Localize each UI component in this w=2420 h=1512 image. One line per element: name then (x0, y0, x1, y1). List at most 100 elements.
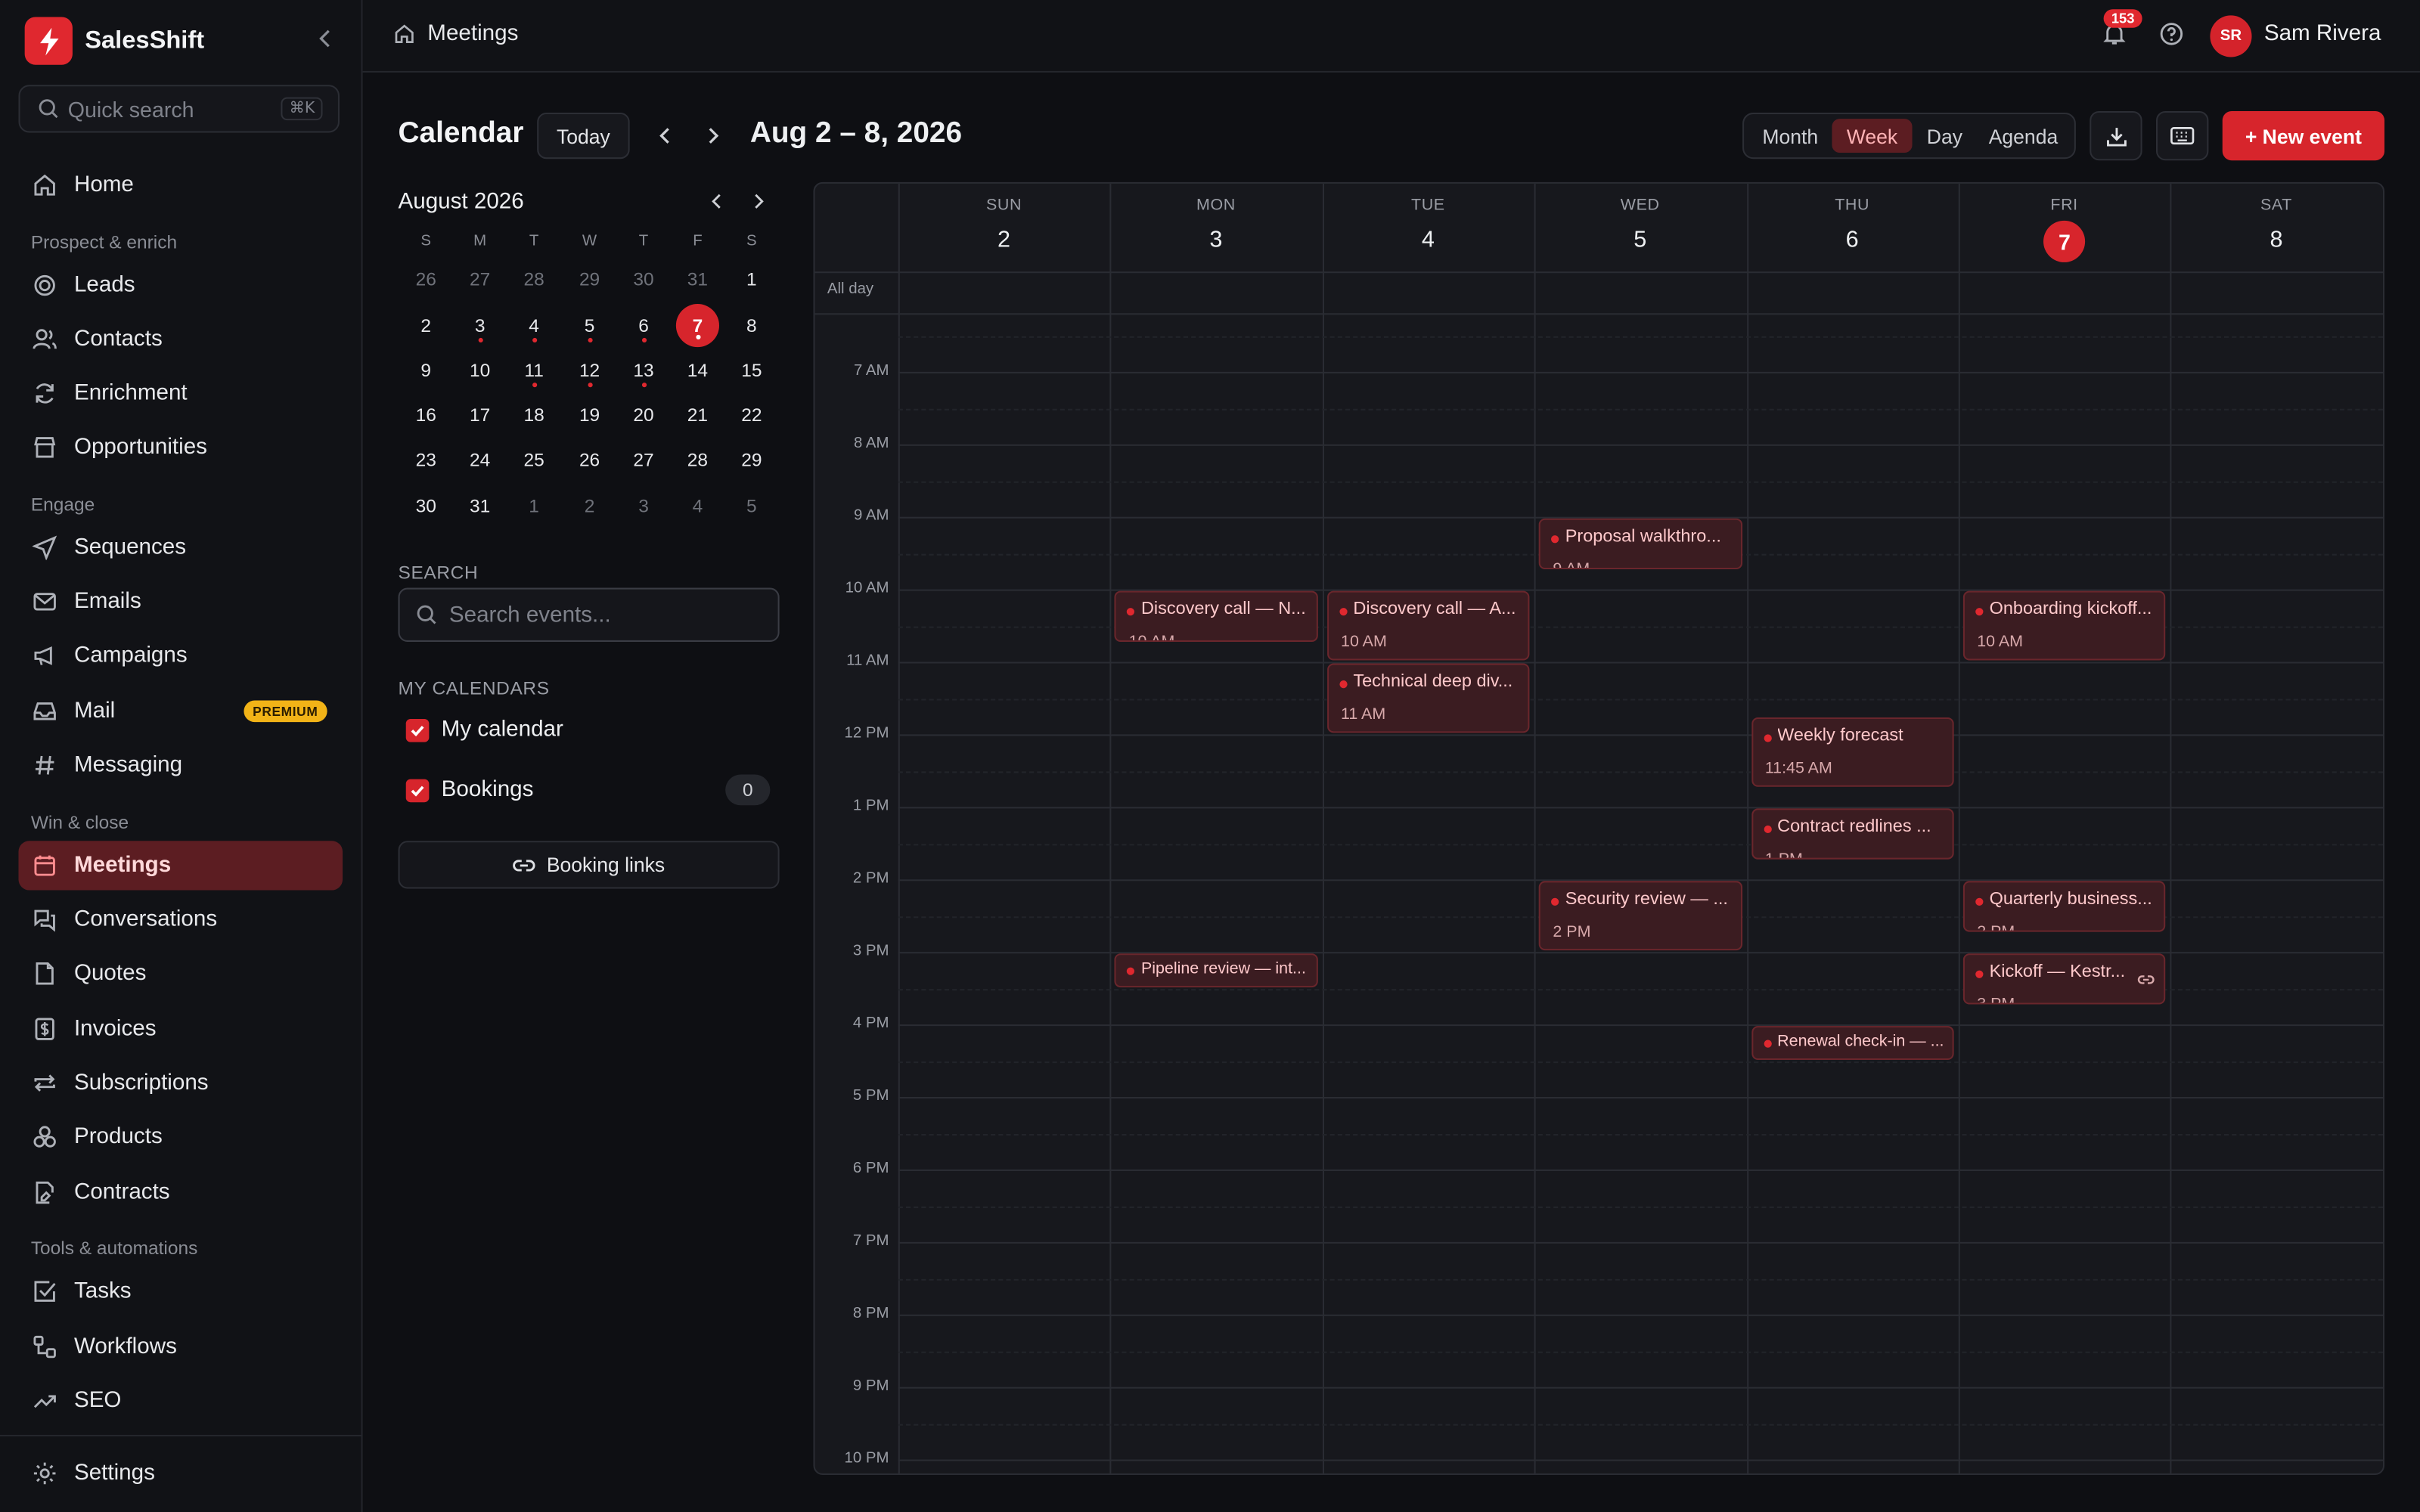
help-icon[interactable] (2159, 22, 2184, 54)
mini-day[interactable]: 22 (728, 398, 774, 432)
calendar-event[interactable]: Quarterly business... 2 PM (1962, 881, 2167, 933)
day-header-number[interactable]: 3 (1110, 227, 1322, 253)
mini-day[interactable]: 10 (457, 353, 503, 387)
booking-links-button[interactable]: Booking links (398, 841, 780, 889)
calendar-event[interactable]: Renewal check-in — ... (1751, 1026, 1954, 1060)
sidebar-item-meetings[interactable]: Meetings (18, 841, 343, 891)
sidebar-item-mail[interactable]: Mail PREMIUM (18, 686, 343, 736)
mini-day[interactable]: 30 (403, 489, 449, 523)
mini-day[interactable]: 20 (620, 398, 666, 432)
mini-day[interactable]: 18 (511, 398, 557, 432)
sidebar-item-emails[interactable]: Emails (18, 577, 343, 626)
calendar-event[interactable]: Pipeline review — int... (1115, 953, 1318, 987)
mini-next-icon[interactable] (749, 191, 771, 213)
mini-day[interactable]: 8 (728, 308, 774, 342)
download-button[interactable] (2090, 110, 2142, 161)
mini-day[interactable]: 5 (728, 489, 774, 523)
sidebar-item-quotes[interactable]: Quotes (18, 949, 343, 998)
mini-day[interactable]: 27 (620, 443, 666, 477)
mini-day[interactable]: 28 (511, 262, 557, 296)
event-search-input[interactable]: Search events... (398, 587, 780, 642)
user-name[interactable]: Sam Rivera (2264, 22, 2381, 47)
mini-day[interactable]: 14 (675, 353, 721, 387)
mini-day[interactable]: 24 (457, 443, 503, 477)
calendar-event[interactable]: Kickoff — Kestr... 3 PM (1962, 953, 2167, 1005)
mini-day[interactable]: 31 (675, 262, 721, 296)
next-week-icon[interactable] (703, 125, 724, 147)
checkbox-checked-icon[interactable] (405, 717, 430, 742)
sidebar-item-home[interactable]: Home (18, 160, 343, 209)
mini-day[interactable]: 26 (566, 443, 613, 477)
mini-day[interactable]: 26 (403, 262, 449, 296)
sidebar-item-leads[interactable]: Leads (18, 261, 343, 310)
sidebar-item-sequences[interactable]: Sequences (18, 523, 343, 572)
calendar-event[interactable]: Onboarding kickoff... 10 AM (1962, 590, 2167, 661)
mini-day[interactable]: 4 (675, 489, 721, 523)
sidebar-item-workflows[interactable]: Workflows (18, 1322, 343, 1371)
day-header-today[interactable]: 7 (2043, 220, 2086, 262)
mini-day[interactable]: 2 (403, 308, 449, 342)
today-button[interactable]: Today (537, 112, 630, 160)
mini-day[interactable]: 29 (566, 262, 613, 296)
day-header-number[interactable]: 2 (898, 227, 1110, 253)
tab-agenda[interactable]: Agenda (1977, 119, 2069, 153)
calendar-event[interactable]: Discovery call — N... 10 AM (1115, 590, 1318, 643)
mini-day[interactable]: 23 (403, 443, 449, 477)
tab-week[interactable]: Week (1832, 119, 1913, 153)
mini-day[interactable]: 9 (403, 353, 449, 387)
mini-day[interactable]: 1 (511, 489, 557, 523)
mini-day[interactable]: 1 (728, 262, 774, 296)
sidebar-item-opportunities[interactable]: Opportunities (18, 423, 343, 472)
new-event-button[interactable]: + New event (2222, 110, 2385, 161)
sidebar-item-contacts[interactable]: Contacts (18, 314, 343, 364)
mini-day[interactable]: 3 (620, 489, 666, 523)
sidebar-item-products[interactable]: Products (18, 1112, 343, 1161)
sidebar-item-contracts[interactable]: Contracts (18, 1168, 343, 1217)
sidebar-item-enrichment[interactable]: Enrichment (18, 369, 343, 418)
collapse-sidebar-icon[interactable] (315, 28, 337, 50)
sidebar-item-conversations[interactable]: Conversations (18, 895, 343, 944)
calendar-event[interactable]: Technical deep div... 11 AM (1326, 663, 1530, 733)
mini-day[interactable]: 27 (457, 262, 503, 296)
mini-day[interactable]: 25 (511, 443, 557, 477)
calendar-event[interactable]: Contract redlines ... 1 PM (1751, 808, 1954, 860)
mini-day[interactable]: 16 (403, 398, 449, 432)
quick-search-input[interactable]: Quick search ⌘K (18, 85, 340, 133)
day-header-number[interactable]: 4 (1323, 227, 1534, 253)
mini-day-today[interactable]: 7 (675, 304, 720, 348)
calendar-event[interactable]: Security review — ... 2 PM (1539, 881, 1742, 951)
mini-day[interactable]: 19 (566, 398, 613, 432)
sidebar-item-messaging[interactable]: Messaging (18, 741, 343, 790)
calendar-event[interactable]: Proposal walkthro... 9 AM (1539, 518, 1742, 570)
mini-day[interactable]: 31 (457, 489, 503, 523)
mini-day[interactable]: 15 (728, 353, 774, 387)
day-header-number[interactable]: 8 (2170, 227, 2382, 253)
sidebar-item-tasks[interactable]: Tasks (18, 1266, 343, 1315)
calendar-event[interactable]: Weekly forecast 11:45 AM (1751, 717, 1954, 788)
prev-week-icon[interactable] (654, 125, 676, 147)
breadcrumb[interactable]: Meetings (393, 22, 518, 46)
sidebar-item-subscriptions[interactable]: Subscriptions (18, 1058, 343, 1108)
calendar-event[interactable]: Discovery call — A... 10 AM (1326, 590, 1530, 661)
avatar[interactable]: SR (2210, 15, 2252, 57)
checkbox-checked-icon[interactable] (405, 778, 430, 802)
day-header-number[interactable]: 6 (1746, 227, 1958, 253)
mini-day[interactable]: 29 (728, 443, 774, 477)
brand[interactable]: SalesShift (24, 17, 204, 65)
mini-day[interactable]: 17 (457, 398, 503, 432)
tab-day[interactable]: Day (1914, 119, 1976, 153)
day-header-number[interactable]: 5 (1534, 227, 1746, 253)
mini-day[interactable]: 30 (620, 262, 666, 296)
sidebar-item-invoices[interactable]: Invoices (18, 1005, 343, 1054)
mini-day[interactable]: 2 (566, 489, 613, 523)
sidebar-item-settings[interactable]: Settings (18, 1448, 343, 1498)
calendar-toggle-bookings[interactable]: Bookings (405, 778, 533, 802)
sidebar-item-campaigns[interactable]: Campaigns (18, 631, 343, 680)
calendar-toggle-my-calendar[interactable]: My calendar (405, 717, 563, 742)
tab-month[interactable]: Month (1750, 119, 1830, 153)
mini-day[interactable]: 21 (675, 398, 721, 432)
sidebar-item-seo[interactable]: SEO (18, 1376, 343, 1425)
mini-prev-icon[interactable] (707, 191, 729, 213)
keyboard-shortcuts-button[interactable] (2155, 110, 2209, 161)
mini-day[interactable]: 28 (675, 443, 721, 477)
